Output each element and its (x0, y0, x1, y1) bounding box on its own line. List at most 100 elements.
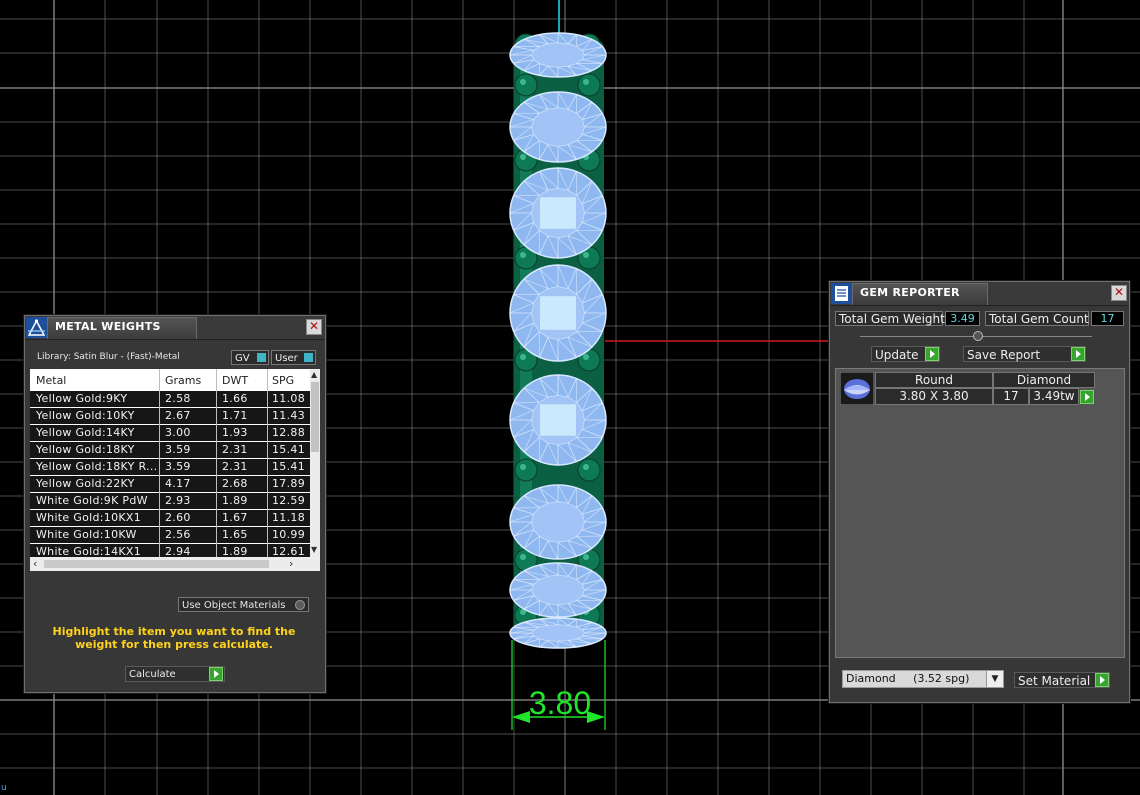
grams-cell: 2.60 (165, 511, 191, 524)
dwt-cell: 2.31 (222, 460, 248, 473)
gem-weight: 3.49tw (1029, 388, 1079, 405)
scrollbar-thumb[interactable] (311, 382, 319, 452)
column-divider (267, 369, 268, 557)
metal-name-cell: White Gold:9K PdW (36, 494, 148, 507)
play-icon[interactable] (1095, 673, 1109, 687)
metal-weights-title: METAL WEIGHTS (55, 320, 161, 333)
scroll-left-icon[interactable]: ‹ (33, 557, 37, 570)
prong-highlight (583, 252, 589, 258)
dwt-cell: 1.66 (222, 392, 248, 405)
calculate-button[interactable]: Calculate (125, 666, 225, 682)
play-icon[interactable] (925, 347, 939, 361)
gem-shape-header: Round (875, 372, 993, 388)
user-toggle[interactable]: User (271, 350, 316, 365)
grams-cell: 3.59 (165, 443, 191, 456)
set-material-label: Set Material (1018, 674, 1091, 688)
metal-name-cell: Yellow Gold:14KY (36, 426, 135, 439)
dimension-arrow-left-icon (512, 711, 530, 723)
material-select[interactable]: Diamond (3.52 spg) ▼ (842, 670, 1004, 688)
column-divider (159, 369, 160, 557)
spg-cell: 12.88 (272, 426, 305, 439)
material-select-value: Diamond (3.52 spg) (846, 672, 970, 685)
table-row[interactable]: Yellow Gold:18KY R... 3.59 2.31 15.41 (30, 459, 310, 476)
metal-table-header: Metal Grams DWT SPG (30, 369, 310, 391)
update-button[interactable]: Update (871, 346, 940, 362)
gem-reporter-title: GEM REPORTER (860, 286, 960, 299)
column-header-spg[interactable]: SPG (272, 374, 294, 387)
table-row[interactable]: White Gold:10KW 2.56 1.65 10.99 (30, 527, 310, 544)
gem-size: 3.80 X 3.80 (875, 388, 993, 405)
scrollbar-thumb[interactable] (44, 560, 269, 568)
prong-highlight (520, 554, 526, 560)
splitter-handle-icon[interactable] (973, 331, 983, 341)
metal-table-vertical-scrollbar[interactable]: ▲ ▼ (310, 369, 320, 557)
use-object-materials-toggle[interactable]: Use Object Materials (178, 597, 309, 612)
metal-table-horizontal-scrollbar[interactable]: ‹ › (30, 557, 320, 571)
play-icon[interactable] (209, 667, 223, 681)
prong (514, 73, 538, 97)
metal-weights-titlebar[interactable]: METAL WEIGHTS ✕ (25, 316, 325, 340)
play-icon[interactable] (1080, 390, 1094, 404)
viewport-corner-label: u (1, 783, 7, 793)
gv-label: GV (235, 353, 250, 364)
metal-weights-panel: METAL WEIGHTS ✕ Library: Satin Blur - (F… (24, 315, 326, 693)
set-material-button[interactable]: Set Material (1014, 672, 1110, 688)
table-row[interactable]: White Gold:9K PdW 2.93 1.89 12.59 (30, 493, 310, 510)
table-row[interactable]: Yellow Gold:22KY 4.17 2.68 17.89 (30, 476, 310, 493)
metal-name-cell: Yellow Gold:22KY (36, 477, 135, 490)
column-header-dwt[interactable]: DWT (222, 374, 248, 387)
dwt-cell: 1.71 (222, 409, 248, 422)
table-row[interactable]: Yellow Gold:9KY 2.58 1.66 11.08 (30, 391, 310, 408)
spg-cell: 12.59 (272, 494, 305, 507)
column-divider (216, 369, 217, 557)
use-object-materials-label: Use Object Materials (182, 600, 286, 611)
gem-list-item[interactable]: Round Diamond 3.80 X 3.80 17 3.49tw (840, 372, 1096, 405)
save-report-label: Save Report (967, 348, 1041, 362)
table-row[interactable]: Yellow Gold:10KY 2.67 1.71 11.43 (30, 408, 310, 425)
grams-cell: 2.56 (165, 528, 191, 541)
gv-toggle[interactable]: GV (231, 350, 269, 365)
gem-table (531, 574, 585, 606)
table-row[interactable]: Yellow Gold:14KY 3.00 1.93 12.88 (30, 425, 310, 442)
gem-table (531, 42, 585, 68)
gv-indicator-icon (257, 353, 266, 362)
round-gem-thumbnail-icon (840, 372, 874, 405)
update-label: Update (875, 348, 919, 362)
total-gem-count-value: 17 (1091, 311, 1124, 326)
gem-reporter-titlebar[interactable]: GEM REPORTER ✕ (830, 282, 1129, 306)
gem-list: Round Diamond 3.80 X 3.80 17 3.49tw (835, 368, 1125, 658)
prong (577, 458, 601, 482)
calculate-hint: Highlight the item you want to find the … (52, 625, 296, 651)
gem-glint (540, 296, 576, 330)
save-report-button[interactable]: Save Report (963, 346, 1086, 362)
grams-cell: 2.58 (165, 392, 191, 405)
gem-glint (540, 197, 576, 229)
spg-cell: 11.08 (272, 392, 305, 405)
scroll-up-icon[interactable]: ▲ (311, 370, 317, 379)
column-header-metal[interactable]: Metal (36, 374, 66, 387)
dimension-label: 3.80 (529, 685, 591, 721)
gem-glint (540, 404, 576, 436)
metal-name-cell: Yellow Gold:18KY R... (36, 460, 158, 473)
scroll-down-icon[interactable]: ▼ (311, 545, 317, 554)
dwt-cell: 2.68 (222, 477, 248, 490)
scroll-right-icon[interactable]: › (289, 557, 293, 570)
metal-weights-close-button[interactable]: ✕ (306, 319, 322, 335)
prong-highlight (520, 464, 526, 470)
calculate-label: Calculate (129, 669, 176, 680)
chevron-down-icon[interactable]: ▼ (986, 671, 1003, 687)
total-gem-weight-label: Total Gem Weight (835, 311, 945, 326)
play-icon[interactable] (1071, 347, 1085, 361)
spg-cell: 11.43 (272, 409, 305, 422)
gem-material-header: Diamond (993, 372, 1095, 388)
gem-count: 17 (993, 388, 1029, 405)
column-header-grams[interactable]: Grams (165, 374, 201, 387)
table-row[interactable]: White Gold:10KX1 2.60 1.67 11.18 (30, 510, 310, 527)
spg-cell: 17.89 (272, 477, 305, 490)
gem-reporter-panel: GEM REPORTER ✕ Total Gem Weight 3.49 Tot… (829, 281, 1130, 703)
gem-reporter-close-button[interactable]: ✕ (1111, 285, 1127, 301)
dwt-cell: 1.89 (222, 494, 248, 507)
grams-cell: 3.00 (165, 426, 191, 439)
table-row[interactable]: Yellow Gold:18KY 3.59 2.31 15.41 (30, 442, 310, 459)
gem-table (531, 624, 585, 642)
